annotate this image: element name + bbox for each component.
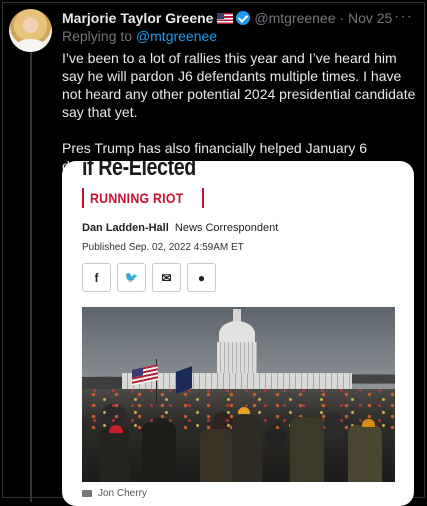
email-share-button[interactable]: ✉ bbox=[152, 263, 181, 292]
email-icon: ✉ bbox=[161, 270, 172, 285]
article-author-name[interactable]: Dan Ladden-Hall bbox=[82, 222, 169, 234]
article-author-role: News Correspondent bbox=[174, 222, 279, 234]
more-options-icon[interactable]: ··· bbox=[394, 8, 413, 26]
photo-credit-text: Jon Cherry bbox=[98, 488, 147, 499]
share-buttons: f 🐦 ✉ ● bbox=[82, 263, 216, 292]
thread-line bbox=[30, 52, 32, 502]
article-author: Dan Ladden-Hall News Correspondent bbox=[82, 222, 278, 234]
article-tagline: RUNNING RIOT bbox=[82, 186, 205, 209]
us-flag-icon bbox=[217, 13, 234, 24]
camera-icon bbox=[82, 490, 92, 497]
reddit-share-button[interactable]: ● bbox=[187, 263, 216, 292]
replying-prefix: Replying to bbox=[62, 28, 136, 44]
author-handle[interactable]: @mtgreenee bbox=[254, 10, 335, 26]
article-published-date: Published Sep. 02, 2022 4:59AM ET bbox=[82, 242, 244, 253]
article-tag: RUNNING RIOT bbox=[90, 189, 184, 206]
avatar[interactable] bbox=[9, 9, 52, 52]
article-card[interactable]: if Re-Elected RUNNING RIOT Dan Ladden-Ha… bbox=[62, 161, 414, 506]
tweet-header: Marjorie Taylor Greene @mtgreenee · Nov … bbox=[62, 9, 417, 27]
replying-handle-link[interactable]: @mtgreenee bbox=[136, 28, 217, 44]
facebook-icon: f bbox=[94, 270, 99, 285]
tag-bar-left bbox=[82, 187, 84, 208]
author-name[interactable]: Marjorie Taylor Greene bbox=[62, 10, 213, 26]
verified-badge-icon[interactable] bbox=[236, 11, 251, 25]
facebook-share-button[interactable]: f bbox=[82, 263, 111, 292]
tweet-date[interactable]: Nov 25 bbox=[348, 10, 392, 26]
tag-bar-right bbox=[202, 187, 205, 208]
twitter-icon: 🐦 bbox=[124, 272, 139, 284]
photo-credit: Jon Cherry bbox=[82, 488, 147, 499]
twitter-share-button[interactable]: 🐦 bbox=[117, 263, 146, 292]
tweet-paragraph: I’ve been to a lot of rallies this year … bbox=[62, 50, 416, 120]
replying-to: Replying to @mtgreenee bbox=[62, 28, 217, 44]
reddit-icon: ● bbox=[197, 270, 206, 285]
article-headline: if Re-Elected bbox=[82, 161, 196, 181]
article-photo[interactable] bbox=[82, 307, 395, 482]
separator-dot: · bbox=[339, 10, 345, 26]
